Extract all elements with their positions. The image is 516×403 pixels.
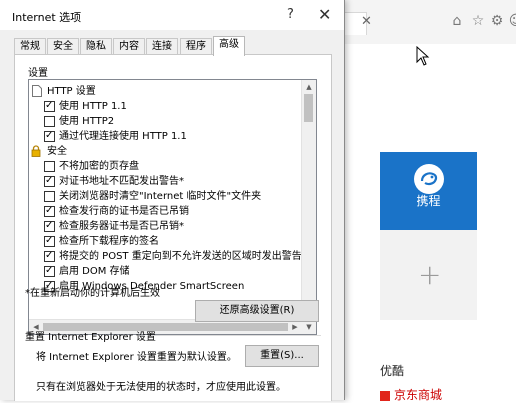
reset-description: 将 Internet Explorer 设置重置为默认设置。: [36, 352, 237, 363]
tree-checkbox-label: 不将加密的页存盘: [59, 161, 139, 172]
home-icon[interactable]: ⌂: [448, 12, 466, 30]
checkbox[interactable]: [44, 249, 55, 262]
checkbox[interactable]: [44, 264, 55, 277]
checkbox[interactable]: [44, 174, 55, 187]
smiley-icon[interactable]: ☺: [507, 12, 516, 30]
scroll-down-arrow-icon[interactable]: ▼: [302, 320, 316, 334]
tab-connections[interactable]: 连接: [146, 38, 178, 55]
checkbox[interactable]: [44, 191, 55, 202]
tree-checkbox-label: 检查发行商的证书是否已吊销: [59, 206, 189, 217]
ctrip-logo-icon: [414, 164, 444, 194]
divider: [151, 335, 321, 336]
tab-programs[interactable]: 程序: [180, 38, 212, 55]
tab-security[interactable]: 安全: [47, 38, 79, 55]
settings-label: 设置: [28, 68, 48, 79]
page-icon: [32, 85, 42, 97]
plus-icon: +: [418, 258, 442, 291]
tree-checkbox-label: 将提交的 POST 重定向到不允许发送的区域时发出警告: [59, 251, 302, 262]
checkbox[interactable]: [44, 116, 55, 127]
tree-checkbox-label: 关闭浏览器时清空"Internet 临时文件"文件夹: [59, 191, 262, 202]
tab-general[interactable]: 常规: [14, 38, 46, 55]
checkbox[interactable]: [44, 234, 55, 247]
tree-checkbox-label: 使用 HTTP2: [59, 116, 115, 127]
scroll-right-arrow-icon[interactable]: ▶: [288, 320, 302, 334]
tile-ctrip-label: 携程: [416, 194, 441, 208]
reset-button[interactable]: 重置(S)...: [245, 345, 319, 367]
tree-category-label: 安全: [47, 146, 67, 157]
tab-privacy[interactable]: 隐私: [80, 38, 112, 55]
checkbox[interactable]: [44, 129, 55, 142]
tree-checkbox-label: 检查服务器证书是否已吊销*: [59, 221, 184, 232]
checkbox[interactable]: [44, 219, 55, 232]
help-icon[interactable]: ?: [287, 7, 294, 22]
gear-icon[interactable]: ⚙: [488, 12, 506, 30]
checkbox[interactable]: [44, 161, 55, 172]
mouse-cursor-icon: [416, 46, 430, 66]
star-icon[interactable]: ☆: [469, 12, 487, 30]
scroll-thumb[interactable]: [304, 94, 313, 122]
scroll-up-arrow-icon[interactable]: ▲: [302, 80, 316, 94]
lock-icon: [31, 145, 41, 157]
internet-options-dialog: Internet 选项 ? ✕ 常规 安全 隐私 内容 连接 程序 高级 设置 …: [0, 0, 345, 401]
tree-category-label: HTTP 设置: [47, 86, 96, 97]
favorites-title[interactable]: 优酷: [380, 362, 404, 379]
tree-checkbox-label: 通过代理连接使用 HTTP 1.1: [59, 131, 187, 142]
tile-add[interactable]: +: [380, 230, 477, 320]
favorites-item[interactable]: 京东商城: [380, 386, 442, 403]
tree-checkbox-label: 检查所下载程序的签名: [59, 236, 159, 247]
close-icon[interactable]: ✕: [318, 5, 331, 24]
restore-advanced-settings-button[interactable]: 还原高级设置(R): [195, 300, 319, 322]
tree-checkbox-label: 对证书地址不匹配发出警告*: [59, 176, 184, 187]
reset-note: 只有在浏览器处于无法使用的状态时，才应使用此设置。: [36, 382, 286, 393]
checkbox[interactable]: [44, 204, 55, 217]
reset-section-title: 重置 Internet Explorer 设置: [25, 332, 156, 343]
checkbox[interactable]: [44, 99, 55, 112]
jd-logo-icon: [380, 390, 390, 401]
dialog-titlebar[interactable]: Internet 选项 ? ✕: [0, 0, 344, 30]
vertical-scrollbar[interactable]: ▲ ▼: [301, 80, 316, 334]
tab-content[interactable]: 内容: [113, 38, 145, 55]
dialog-title: Internet 选项: [12, 11, 82, 24]
tree-checkbox-label: 启用 DOM 存储: [59, 266, 130, 277]
tree-checkbox-label: 使用 HTTP 1.1: [59, 101, 127, 112]
tab-advanced[interactable]: 高级: [213, 36, 245, 56]
browser-tab-close-icon[interactable]: ✕: [361, 14, 372, 29]
restart-note: *在重新启动你的计算机后生效: [25, 288, 160, 299]
